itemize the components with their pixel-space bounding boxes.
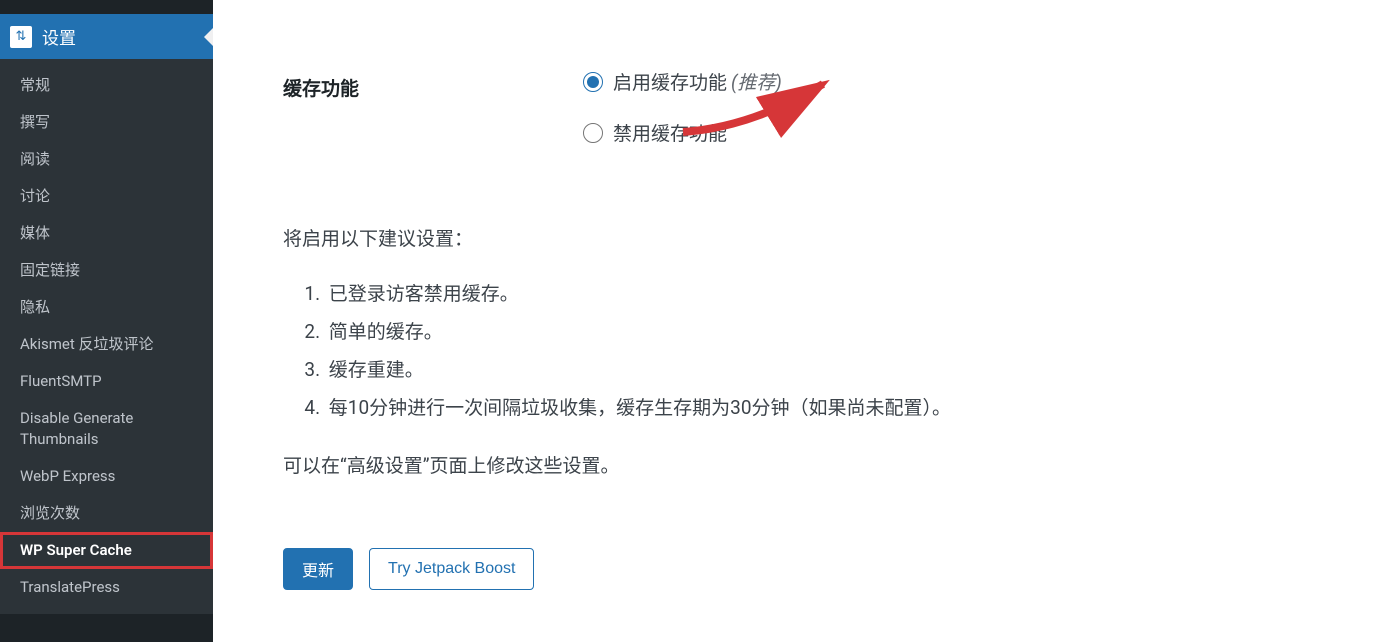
cache-enable-recommend: (推荐) [731,68,782,95]
cache-enable-option[interactable]: 启用缓存功能 (推荐) [583,68,1343,95]
sidebar-item-permalinks[interactable]: 固定链接 [0,252,213,289]
sidebar-settings-header[interactable]: ⇅ 设置 [0,14,213,59]
cache-function-row: 缓存功能 启用缓存功能 (推荐) 禁用缓存功能 [283,68,1343,170]
sidebar-item-reading[interactable]: 阅读 [0,141,213,178]
suggestions-modify-note: 可以在“高级设置”页面上修改这些设置。 [283,451,1343,478]
sidebar-item-fluentsmtp[interactable]: FluentSMTP [0,363,213,400]
suggestions-list: 已登录访客禁用缓存。 简单的缓存。 缓存重建。 每10分钟进行一次间隔垃圾收集，… [325,275,1343,427]
update-button[interactable]: 更新 [283,548,353,590]
sidebar-item-general[interactable]: 常规 [0,67,213,104]
settings-slider-icon: ⇅ [10,26,32,48]
cache-function-label: 缓存功能 [283,68,583,101]
sidebar-item-discussion[interactable]: 讨论 [0,178,213,215]
sidebar-item-privacy[interactable]: 隐私 [0,289,213,326]
settings-sidebar: ⇅ 设置 常规 撰写 阅读 讨论 媒体 固定链接 隐私 Akismet 反垃圾评… [0,0,213,642]
sidebar-item-webp-express[interactable]: WebP Express [0,458,213,495]
main-content: 缓存功能 启用缓存功能 (推荐) 禁用缓存功能 将启用以下建议设置： 已登录访客… [213,0,1377,642]
sidebar-item-wp-super-cache[interactable]: WP Super Cache [0,532,213,569]
cache-enable-label: 启用缓存功能 [613,68,727,95]
suggestion-item: 简单的缓存。 [325,313,1343,351]
settings-submenu: 常规 撰写 阅读 讨论 媒体 固定链接 隐私 Akismet 反垃圾评论 Flu… [0,59,213,614]
suggestions-intro: 将启用以下建议设置： [283,224,1343,251]
suggestion-item: 缓存重建。 [325,351,1343,389]
sidebar-settings-header-label: 设置 [42,24,76,49]
sidebar-item-akismet[interactable]: Akismet 反垃圾评论 [0,326,213,363]
suggestion-item: 已登录访客禁用缓存。 [325,275,1343,313]
sidebar-item-translatepress[interactable]: TranslatePress [0,569,213,606]
cache-disable-label: 禁用缓存功能 [613,119,727,146]
cache-disable-radio[interactable] [583,123,603,143]
sidebar-item-writing[interactable]: 撰写 [0,104,213,141]
try-jetpack-boost-button[interactable]: Try Jetpack Boost [369,548,534,590]
sidebar-item-media[interactable]: 媒体 [0,215,213,252]
sidebar-item-disable-thumbnails[interactable]: Disable Generate Thumbnails [0,400,213,458]
suggestion-item: 每10分钟进行一次间隔垃圾收集，缓存生存期为30分钟（如果尚未配置）。 [325,389,1343,427]
cache-enable-radio[interactable] [583,72,603,92]
button-row: 更新 Try Jetpack Boost [283,548,1343,590]
cache-disable-option[interactable]: 禁用缓存功能 [583,119,1343,146]
sidebar-spacer [0,0,213,14]
sidebar-item-views[interactable]: 浏览次数 [0,495,213,532]
